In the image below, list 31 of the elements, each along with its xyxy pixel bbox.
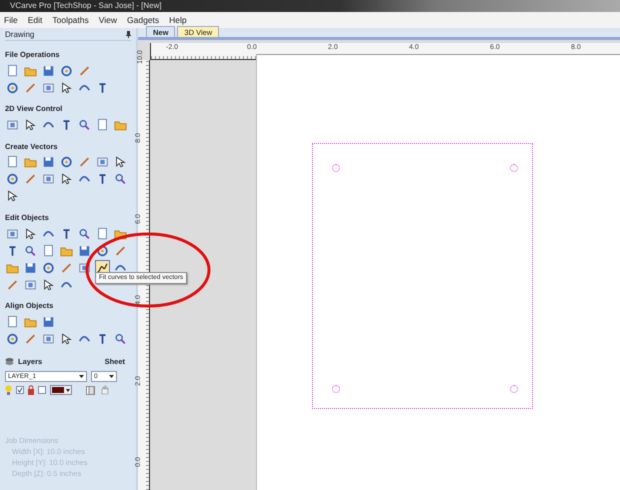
menu-item[interactable]: Toolpaths	[52, 12, 89, 28]
lightbulb-icon[interactable]	[5, 384, 12, 394]
tool-icon[interactable]	[113, 154, 128, 170]
window-title: VCarve Pro [TechShop - San Jose] - [New]	[10, 1, 162, 10]
menu-item[interactable]: Gadgets	[127, 12, 160, 28]
menu-item[interactable]: Edit	[28, 12, 42, 28]
caret-icon[interactable]	[109, 374, 114, 378]
corner-circle	[332, 164, 340, 172]
tool-icon[interactable]	[59, 172, 74, 187]
tool-icon[interactable]	[59, 80, 74, 96]
tool-icon[interactable]	[59, 331, 74, 346]
lock-icon[interactable]	[28, 384, 34, 394]
corner-circle	[510, 164, 518, 172]
panel-title: Drawing	[5, 29, 34, 40]
caret-icon[interactable]	[79, 374, 84, 378]
checkbox[interactable]	[16, 386, 24, 394]
tool-icon[interactable]	[41, 277, 56, 292]
corner-circle	[510, 385, 518, 393]
checkbox[interactable]	[38, 386, 46, 394]
layer-panel-icon[interactable]	[86, 384, 96, 394]
tool-icon[interactable]	[23, 226, 38, 241]
corner-circle	[332, 385, 340, 393]
menu-item[interactable]: File	[4, 12, 18, 28]
menu-item[interactable]: View	[98, 12, 118, 28]
menu-item[interactable]: Help	[169, 12, 187, 28]
hand-icon[interactable]	[100, 384, 109, 394]
pin-icon[interactable]	[126, 31, 131, 38]
tool-icon[interactable]	[5, 188, 20, 204]
color-dropdown[interactable]	[50, 384, 72, 394]
tool-icon[interactable]	[23, 118, 38, 132]
layers-icon	[5, 357, 14, 366]
